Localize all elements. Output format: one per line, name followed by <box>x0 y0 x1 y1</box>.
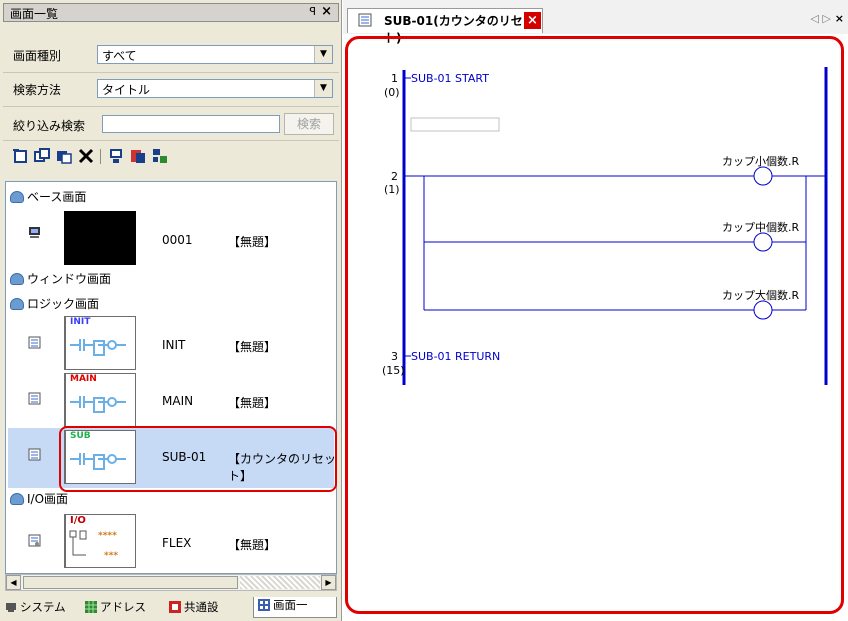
screen-properties-icon[interactable] <box>108 148 124 164</box>
search-method-label: 検索方法 <box>13 83 62 97</box>
thumb-label: MAIN <box>70 374 97 384</box>
logic-screen-icon <box>28 392 41 405</box>
panel-title: 画面一覧 <box>10 7 59 21</box>
copy-screen-icon[interactable] <box>56 148 72 164</box>
category-window-screen[interactable]: ウィンドウ画面 <box>10 270 111 287</box>
io-thumb-text: **** <box>98 531 117 541</box>
filter-search-label: 絞り込み検索 <box>13 119 86 133</box>
screen-number: 0001 <box>162 233 193 247</box>
ladder-thumbnail-icon <box>70 396 126 413</box>
thumb-label: I/O <box>70 515 86 526</box>
logic-thumbnail[interactable]: MAIN <box>64 373 136 427</box>
category-logic-screen[interactable]: ロジック画面 <box>10 295 99 312</box>
scroll-thumb[interactable] <box>23 576 238 589</box>
screen-title: 【無題】 <box>228 340 277 354</box>
category-io-screen[interactable]: I/O画面 <box>10 490 68 507</box>
ladder-editor: SUB-01(カウンタのリセット) × ◁ ▷ × 1 (0) SUB-01 S… <box>343 0 848 621</box>
scroll-left-icon[interactable]: ◀ <box>6 575 21 590</box>
io-thumb-text: *** <box>104 551 119 561</box>
logic-screen-icon <box>28 336 41 349</box>
search-method-select[interactable]: タイトル ▼ <box>97 79 333 98</box>
screen-title: 【無題】 <box>228 396 277 410</box>
sheet-icon[interactable] <box>130 148 146 164</box>
tab-label: 共通設 <box>184 600 219 614</box>
category-label: ロジック画面 <box>27 297 100 311</box>
search-button[interactable]: 検索 <box>284 113 334 135</box>
panel-title-bar: 画面一覧 ꟼ × <box>3 3 339 22</box>
category-icon <box>10 493 24 505</box>
chevron-down-icon[interactable]: ▼ <box>314 80 332 97</box>
new-screen-icon[interactable] <box>12 148 28 164</box>
io-screen-icon <box>28 534 41 547</box>
screen-name: FLEX <box>162 536 192 550</box>
tab-system[interactable]: システム <box>5 599 66 617</box>
close-icon[interactable]: × <box>321 4 332 19</box>
delete-icon[interactable] <box>78 148 94 164</box>
screen-type-value: すべて <box>102 49 137 63</box>
duplicate-screen-icon[interactable] <box>34 148 50 164</box>
screen-tree: ベース画面 0001 【無題】 ウィンドウ画面 ロジック画面 INIT INIT… <box>5 181 337 574</box>
screen-title: 【無題】 <box>228 538 277 552</box>
category-icon <box>10 298 24 310</box>
common-settings-icon <box>169 601 181 613</box>
address-icon <box>85 601 97 613</box>
screen-list-panel: 画面一覧 ꟼ × 画面種別 すべて ▼ 検索方法 タイトル ▼ 絞り込み検索 検… <box>0 0 342 621</box>
category-icon <box>10 191 24 203</box>
tab-label: 画面一 <box>273 598 308 612</box>
io-thumbnail[interactable]: I/O **** *** <box>64 514 136 568</box>
tab-common-settings[interactable]: 共通設 <box>169 599 219 617</box>
screen-name: MAIN <box>162 394 194 408</box>
category-icon <box>10 273 24 285</box>
system-icon <box>6 603 16 612</box>
logic-screen-icon <box>28 448 41 461</box>
logic-thumbnail[interactable]: INIT <box>64 316 136 370</box>
toolbar-divider <box>100 149 101 164</box>
screen-thumbnail[interactable] <box>64 211 136 265</box>
io-tree-icon <box>69 530 87 556</box>
chevron-down-icon[interactable]: ▼ <box>314 46 332 63</box>
scroll-right-icon[interactable]: ▶ <box>321 575 336 590</box>
screen-list-icon <box>258 599 270 611</box>
tab-label: アドレス <box>100 600 146 614</box>
filter-search-input[interactable] <box>102 115 280 133</box>
tab-address[interactable]: アドレス <box>85 599 146 617</box>
screen-toolbar <box>12 148 212 168</box>
tab-label: システム <box>20 600 66 614</box>
tab-screen-list[interactable]: 画面一 <box>253 597 337 618</box>
divider <box>3 72 339 73</box>
screen-title: 【無題】 <box>228 235 277 249</box>
screen-type-select[interactable]: すべて ▼ <box>97 45 333 64</box>
search-method-value: タイトル <box>102 83 151 97</box>
bottom-tab-bar: システム アドレス 共通設 画面一 <box>3 596 339 618</box>
screen-type-label: 画面種別 <box>13 49 62 63</box>
base-screen-icon <box>29 227 40 238</box>
screen-name: INIT <box>162 338 186 352</box>
divider <box>3 106 339 107</box>
category-label: I/O画面 <box>27 492 69 506</box>
pin-icon[interactable]: ꟼ <box>309 5 316 18</box>
horizontal-scrollbar[interactable]: ◀ ▶ <box>5 574 337 591</box>
highlight-frame <box>345 36 844 614</box>
highlight-frame <box>59 426 337 492</box>
divider <box>3 140 339 141</box>
category-label: ウィンドウ画面 <box>27 272 112 286</box>
scroll-track[interactable] <box>240 576 320 589</box>
thumb-label: INIT <box>70 317 91 327</box>
category-label: ベース画面 <box>27 190 87 204</box>
category-base-screen[interactable]: ベース画面 <box>10 188 86 205</box>
diagram-icon[interactable] <box>152 148 168 164</box>
ladder-thumbnail-icon <box>70 339 126 356</box>
